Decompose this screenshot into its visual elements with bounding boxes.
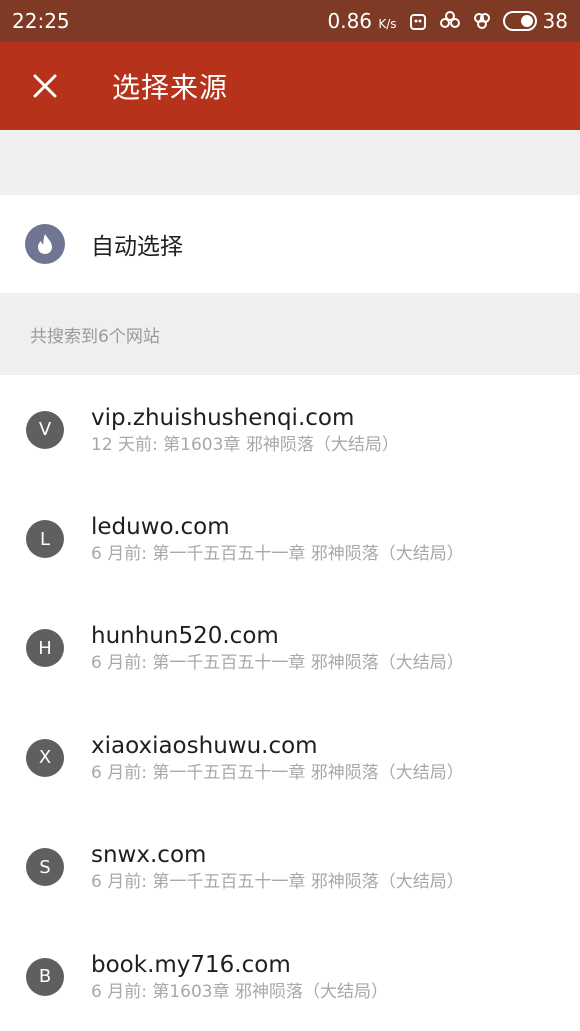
battery-level: 38 <box>542 9 568 33</box>
source-latest-chapter: 6 月前: 第一千五百五十一章 邪神陨落（大结局） <box>91 544 464 565</box>
auto-select-row[interactable]: 自动选择 <box>0 195 580 293</box>
source-text: vip.zhuishushenqi.com 12 天前: 第1603章 邪神陨落… <box>91 404 399 456</box>
source-item[interactable]: B book.my716.com 6 月前: 第1603章 邪神陨落（大结局） <box>0 922 580 1031</box>
source-avatar: L <box>26 520 64 559</box>
status-time: 22:25 <box>12 9 70 33</box>
battery-icon <box>502 11 537 31</box>
source-item[interactable]: X xiaoxiaoshuwu.com 6 月前: 第一千五百五十一章 邪神陨落… <box>0 703 580 812</box>
status-bar: 22:25 0.86 K/s 38 <box>0 0 580 42</box>
source-domain: xiaoxiaoshuwu.com <box>91 732 318 759</box>
source-domain: hunhun520.com <box>91 623 279 650</box>
auto-select-label: 自动选择 <box>91 234 183 260</box>
source-latest-chapter: 6 月前: 第一千五百五十一章 邪神陨落（大结局） <box>91 872 464 893</box>
clover-icon <box>473 13 490 29</box>
source-item[interactable]: H hunhun520.com 6 月前: 第一千五百五十一章 邪神陨落（大结局… <box>0 594 580 703</box>
source-list: V vip.zhuishushenqi.com 12 天前: 第1603章 邪神… <box>0 375 580 1031</box>
source-domain: snwx.com <box>91 842 207 869</box>
network-speed-unit: K/s <box>378 17 397 31</box>
app-bar: 选择来源 <box>0 42 580 130</box>
status-icons: 0.86 K/s 38 <box>327 9 568 33</box>
flower-icon <box>439 11 460 28</box>
source-text: leduwo.com 6 月前: 第一千五百五十一章 邪神陨落（大结局） <box>91 513 464 565</box>
source-avatar: X <box>26 738 64 777</box>
source-avatar: V <box>26 410 64 449</box>
source-domain: vip.zhuishushenqi.com <box>91 404 355 431</box>
network-speed-value: 0.86 <box>327 9 373 33</box>
source-text: snwx.com 6 月前: 第一千五百五十一章 邪神陨落（大结局） <box>91 841 464 893</box>
source-text: book.my716.com 6 月前: 第1603章 邪神陨落（大结局） <box>91 951 388 1003</box>
source-avatar: H <box>26 629 64 668</box>
source-item[interactable]: V vip.zhuishushenqi.com 12 天前: 第1603章 邪神… <box>0 375 580 484</box>
source-item[interactable]: L leduwo.com 6 月前: 第一千五百五十一章 邪神陨落（大结局） <box>0 484 580 593</box>
source-avatar: B <box>26 957 64 996</box>
flame-icon <box>38 234 52 254</box>
result-count-text: 共搜索到6个网站 <box>30 326 160 347</box>
source-latest-chapter: 6 月前: 第一千五百五十一章 邪神陨落（大结局） <box>91 762 464 783</box>
source-item[interactable]: S snwx.com 6 月前: 第一千五百五十一章 邪神陨落（大结局） <box>0 813 580 922</box>
source-domain: leduwo.com <box>91 514 230 541</box>
notification-icon <box>409 14 426 30</box>
network-speed: 0.86 K/s <box>327 9 396 33</box>
source-domain: book.my716.com <box>91 951 291 978</box>
source-latest-chapter: 6 月前: 第1603章 邪神陨落（大结局） <box>91 981 389 1002</box>
close-button[interactable] <box>0 42 90 130</box>
source-latest-chapter: 6 月前: 第一千五百五十一章 邪神陨落（大结局） <box>91 653 464 674</box>
source-latest-chapter: 12 天前: 第1603章 邪神陨落（大结局） <box>91 434 399 455</box>
source-text: xiaoxiaoshuwu.com 6 月前: 第一千五百五十一章 邪神陨落（大… <box>91 732 464 784</box>
source-text: hunhun520.com 6 月前: 第一千五百五十一章 邪神陨落（大结局） <box>91 622 464 674</box>
close-icon <box>33 74 57 98</box>
page-title: 选择来源 <box>112 71 229 104</box>
spacer-band <box>0 130 580 195</box>
result-count-header: 共搜索到6个网站 <box>0 293 580 375</box>
battery-indicator: 38 <box>502 9 568 33</box>
source-avatar: S <box>26 848 64 887</box>
flame-badge <box>25 224 65 264</box>
